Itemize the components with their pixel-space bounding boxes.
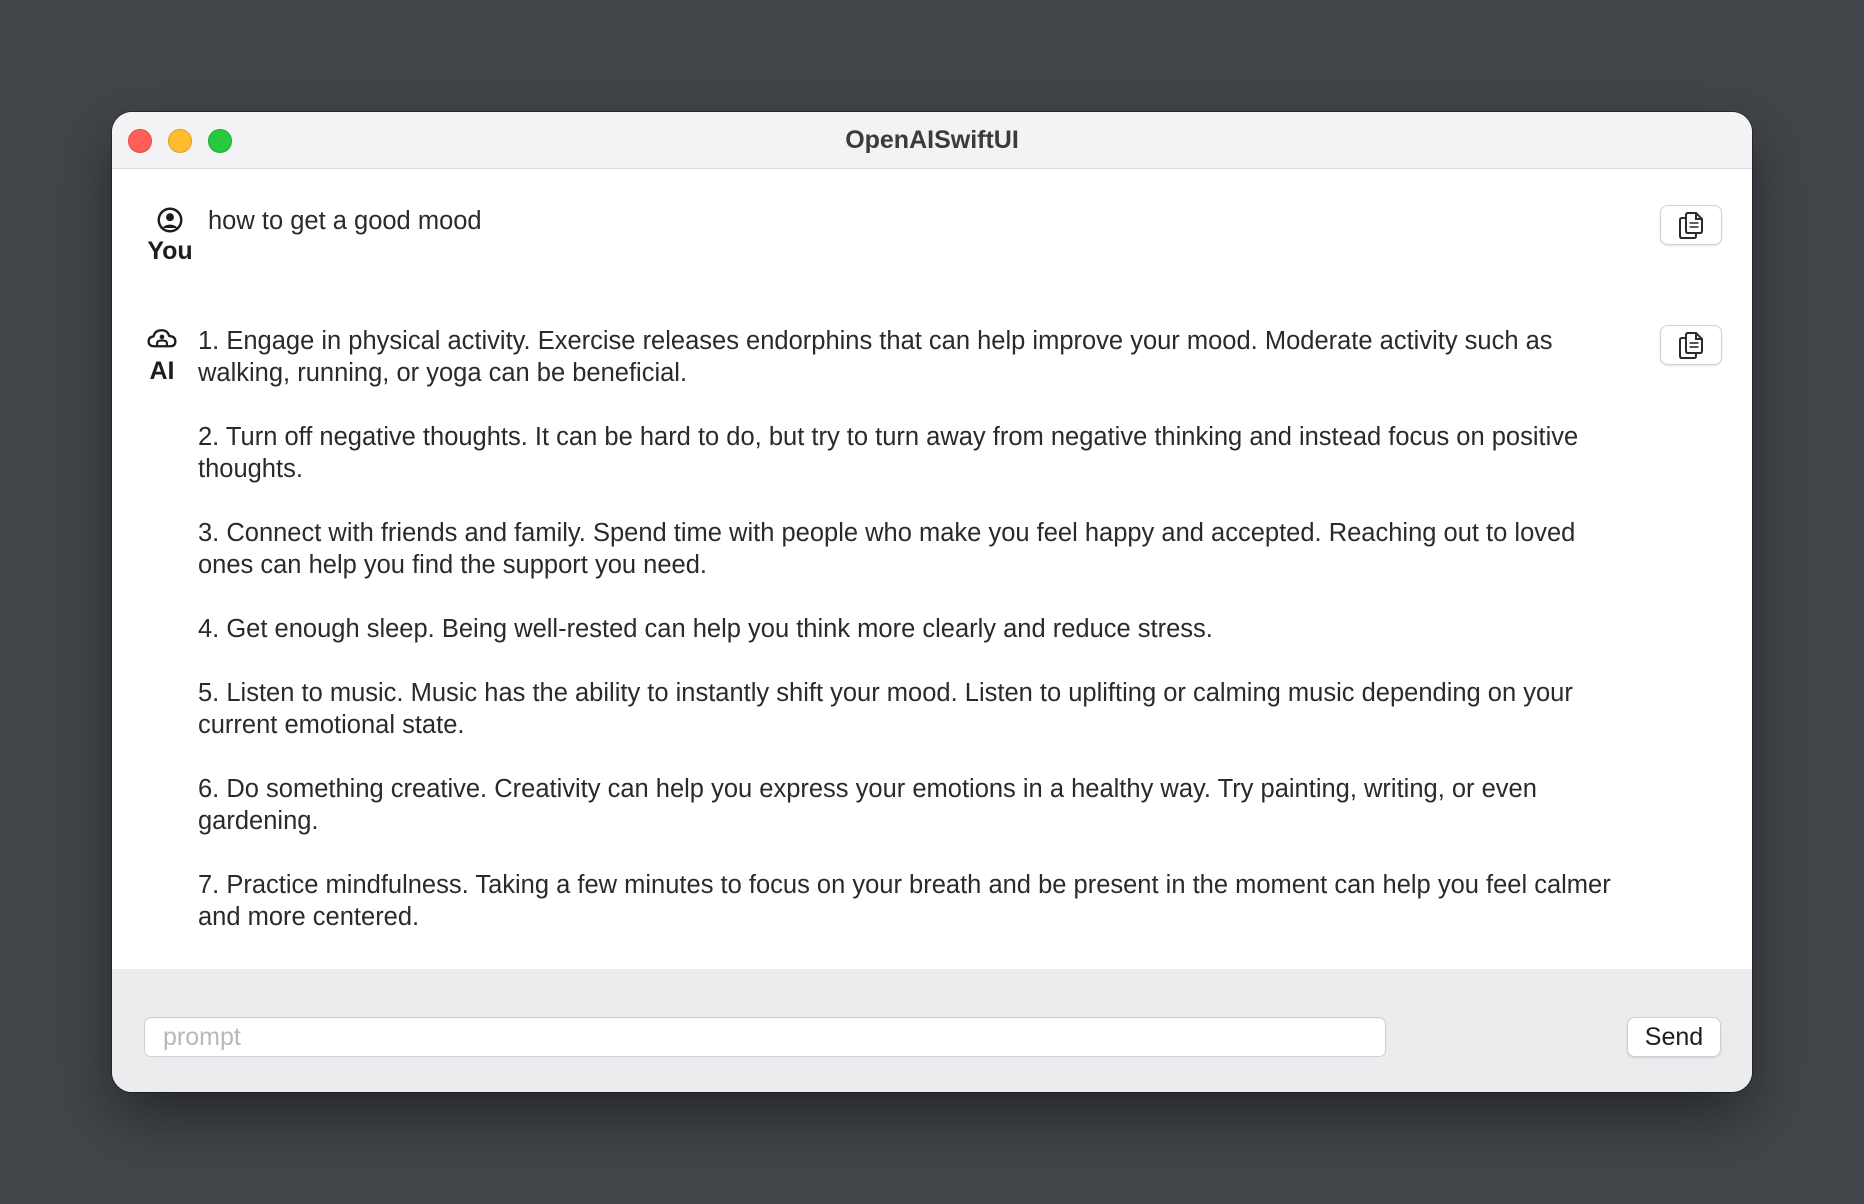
- ai-paragraph: 1. Engage in physical activity. Exercise…: [198, 327, 1553, 387]
- title-bar[interactable]: OpenAISwiftUI: [112, 112, 1752, 169]
- send-button[interactable]: Send: [1627, 1017, 1721, 1057]
- copy-icon: [1679, 332, 1703, 359]
- window-title: OpenAISwiftUI: [845, 126, 1019, 154]
- copy-icon: [1679, 212, 1703, 239]
- user-avatar: You: [132, 205, 208, 265]
- cloud-icon: [147, 329, 177, 348]
- ai-paragraph: 5. Listen to music. Music has the abilit…: [198, 679, 1573, 739]
- copy-ai-message-button[interactable]: [1660, 325, 1722, 365]
- app-window: OpenAISwiftUI You how to get a good mood: [112, 112, 1752, 1092]
- copy-user-message-button[interactable]: [1660, 205, 1722, 245]
- ai-paragraph: 3. Connect with friends and family. Spen…: [198, 519, 1576, 579]
- input-bar: Send: [112, 969, 1752, 1092]
- person-circle-icon: [157, 207, 183, 233]
- user-label: You: [147, 237, 193, 265]
- ai-paragraph: 2. Turn off negative thoughts. It can be…: [198, 423, 1579, 483]
- ai-label: AI: [149, 357, 175, 385]
- ai-paragraph: 7. Practice mindfulness. Taking a few mi…: [198, 871, 1611, 931]
- ai-paragraph: 4. Get enough sleep. Being well-rested c…: [198, 615, 1213, 643]
- user-message-text: how to get a good mood: [208, 207, 482, 235]
- ai-avatar: AI: [132, 325, 192, 385]
- prompt-input[interactable]: [144, 1017, 1386, 1057]
- ai-paragraph: 6. Do something creative. Creativity can…: [198, 775, 1537, 835]
- ai-message-text: 1. Engage in physical activity. Exercise…: [198, 325, 1632, 965]
- chat-area: You how to get a good mood AI 1. Engage …: [112, 169, 1752, 969]
